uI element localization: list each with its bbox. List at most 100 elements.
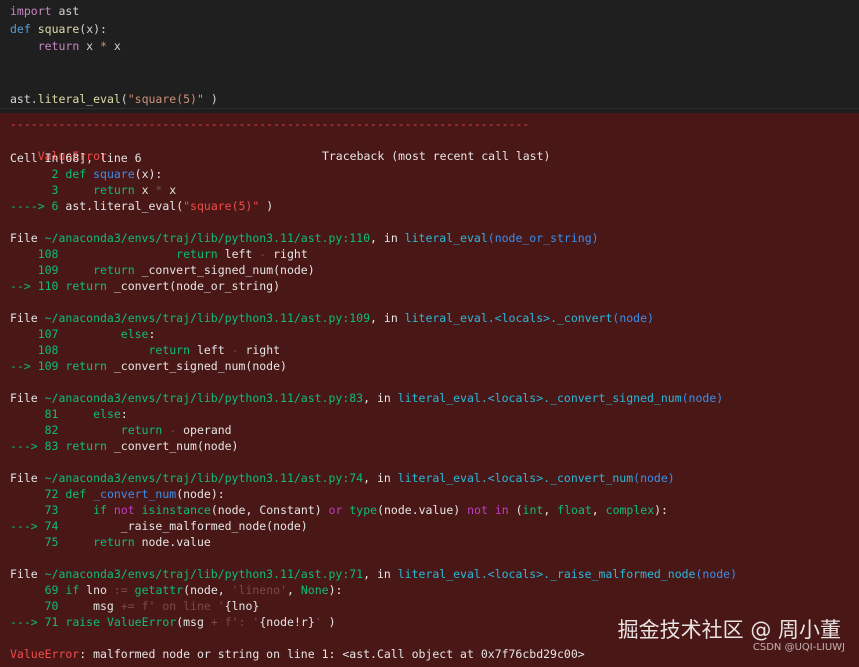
traceback-token: -	[231, 343, 239, 357]
traceback-token: , in	[363, 471, 398, 485]
traceback-token: x	[134, 183, 156, 197]
traceback-token: isinstance	[141, 503, 211, 517]
code-token: def	[10, 21, 31, 36]
traceback-token: (node	[377, 503, 412, 517]
traceback-token: File	[10, 471, 45, 485]
traceback-token: ,	[287, 583, 301, 597]
traceback-token: lno	[79, 583, 114, 597]
traceback-token: left	[190, 343, 232, 357]
traceback-token	[100, 615, 107, 629]
traceback-line: 107 else:	[10, 326, 156, 342]
traceback-line: ---> 83 return _convert_num(node)	[10, 438, 239, 454]
traceback-token: value	[176, 535, 211, 549]
traceback-token: }	[252, 599, 260, 613]
traceback-token: node	[266, 615, 294, 629]
traceback-token: 2	[10, 167, 66, 181]
traceback-token: literal_eval.<locals>._convert	[404, 311, 613, 325]
traceback-token: in	[494, 503, 509, 517]
traceback-token: ,	[591, 503, 606, 517]
traceback-token: _convert_signed_num(node)	[134, 263, 315, 277]
traceback-token	[65, 183, 93, 197]
traceback-token	[65, 535, 93, 549]
traceback-token: ast	[65, 199, 87, 213]
traceback-token: 81	[10, 407, 66, 421]
traceback-line: 109 return _convert_signed_num(node)	[10, 262, 315, 278]
traceback-line: 73 if not isinstance(node, Constant) or …	[10, 502, 668, 518]
traceback-token: , in	[363, 567, 398, 581]
traceback-token: f' on line '	[141, 599, 225, 613]
traceback-token: ValueError	[10, 647, 80, 661]
traceback-token: .	[411, 503, 419, 517]
traceback-token: f': '	[224, 615, 260, 629]
traceback-token	[65, 327, 120, 341]
traceback-token: (node)	[695, 567, 738, 581]
traceback-token: complex	[605, 503, 655, 517]
code-cell[interactable]: import ast def square(x): return x * x ast…	[0, 0, 859, 109]
traceback-token: 3	[10, 183, 66, 197]
traceback-token	[65, 247, 176, 261]
traceback-token: x	[162, 183, 177, 197]
watermark-text: 掘金技术社区 @ 周小董	[617, 618, 841, 642]
traceback-token: return	[65, 439, 107, 453]
traceback-token: ~/anaconda3/envs/traj/lib/python3.11/ast…	[44, 231, 371, 245]
traceback-line: Cell In[68], line 6	[10, 150, 142, 166]
traceback-output: ----------------------------------------…	[0, 113, 859, 667]
traceback-token: 109	[10, 263, 66, 277]
traceback-token	[107, 503, 114, 517]
traceback-token: _convert_signed_num(node)	[106, 359, 287, 373]
traceback-token: float	[557, 503, 592, 517]
traceback-token: :	[148, 327, 156, 341]
traceback-token: if	[93, 503, 107, 517]
traceback-token: return	[65, 359, 107, 373]
traceback-line: 2 def square(x):	[10, 166, 163, 182]
traceback-token: square	[93, 167, 135, 181]
watermark-sub-text: CSDN @UQI-LIUWJ	[752, 642, 845, 653]
traceback-token: 108	[10, 343, 66, 357]
code-line: return x * x	[10, 38, 121, 54]
traceback-token: --> 110	[10, 279, 66, 293]
traceback-token: raise	[65, 615, 101, 629]
traceback-header: Traceback (most recent call last)	[321, 149, 551, 163]
traceback-token: type	[349, 503, 378, 517]
traceback-token: 73	[10, 503, 66, 517]
traceback-token: getattr	[134, 583, 184, 597]
traceback-token: File	[10, 231, 45, 245]
traceback-line: 108 return left - right	[10, 342, 280, 358]
traceback-line: --> 110 return _convert(node_or_string)	[10, 278, 280, 294]
traceback-token: (node, Constant)	[210, 503, 329, 517]
traceback-token	[65, 407, 93, 421]
code-token: ast.	[10, 91, 38, 106]
code-token: (x):	[79, 21, 107, 36]
traceback-token: (node,	[183, 583, 232, 597]
code-token: (	[120, 91, 128, 106]
traceback-token: _convert_num(node)	[106, 439, 239, 453]
traceback-token: ~/anaconda3/envs/traj/lib/python3.11/ast…	[44, 471, 364, 485]
code-token: import	[10, 4, 52, 18]
traceback-token	[65, 263, 93, 277]
traceback-token: ~/anaconda3/envs/traj/lib/python3.11/ast…	[44, 391, 364, 405]
traceback-token: None	[300, 583, 329, 597]
code-token: x	[106, 39, 121, 53]
traceback-line: 70 msg += f' on line '{lno}	[10, 598, 260, 614]
traceback-token: literal_eval	[404, 231, 488, 245]
traceback-token	[128, 583, 135, 597]
traceback-token: (node)	[633, 471, 675, 485]
traceback-token: return	[176, 247, 218, 261]
traceback-token: 72	[10, 487, 66, 501]
traceback-token: literal_eval(	[93, 199, 184, 213]
traceback-token: ):	[328, 583, 343, 597]
traceback-token: literal_eval.<locals>._convert_signed_nu…	[397, 391, 682, 405]
traceback-token: (node_or_string)	[487, 231, 599, 245]
traceback-token: lno	[231, 599, 253, 613]
code-line: def square(x):	[10, 21, 107, 37]
traceback-token	[135, 599, 142, 613]
traceback-token: not	[113, 503, 135, 517]
traceback-token: operand	[176, 423, 232, 437]
traceback-token: "square(5)"	[183, 199, 260, 213]
code-line: ast.literal_eval("square(5)" )	[10, 91, 218, 107]
traceback-token: 70	[10, 599, 66, 613]
traceback-token: '	[314, 615, 322, 629]
dash-line: ----------------------------------------…	[10, 117, 530, 131]
